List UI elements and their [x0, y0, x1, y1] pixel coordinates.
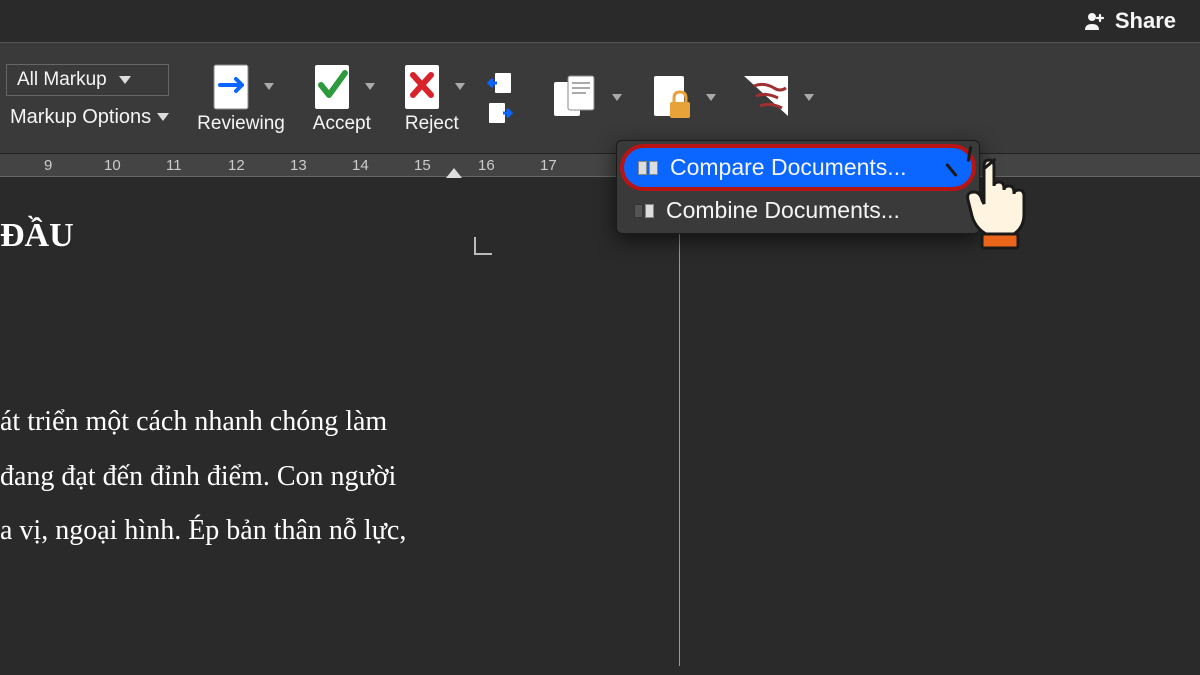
prev-change-icon: [487, 71, 513, 95]
all-markup-label: All Markup: [17, 69, 107, 91]
compare-dropdown-menu: Compare Documents... Combine Documents..…: [616, 140, 980, 234]
accept-icon: [309, 61, 355, 111]
combine-documents-label: Combine Documents...: [666, 197, 900, 224]
reject-label: Reject: [405, 113, 459, 135]
ruler-mark: 12: [228, 157, 245, 174]
document-heading[interactable]: ĐẦU: [0, 217, 679, 255]
compare-button[interactable]: [538, 68, 632, 128]
chevron-down-icon: [706, 94, 716, 101]
margin-marker: [474, 237, 492, 255]
ruler-mark: 16: [478, 157, 495, 174]
ink-button[interactable]: [730, 68, 824, 128]
next-change-button[interactable]: [487, 101, 513, 125]
separator: [529, 53, 530, 143]
markup-options-label: Markup Options: [10, 106, 151, 129]
reviewing-label: Reviewing: [197, 113, 285, 135]
page-right-pane: [680, 177, 1200, 666]
ruler-mark: 14: [352, 157, 369, 174]
protect-icon: [646, 72, 696, 122]
ribbon-toolbar: All Markup Markup Options Reviewing: [0, 42, 1200, 153]
prev-change-button[interactable]: [487, 71, 513, 95]
chevron-down-icon: [612, 94, 622, 101]
ruler-mark: 13: [290, 157, 307, 174]
protect-button[interactable]: [636, 68, 726, 128]
compare-icon: [548, 72, 602, 122]
combine-documents-menuitem[interactable]: Combine Documents...: [620, 191, 976, 230]
ruler-mark: 9: [44, 157, 52, 174]
ruler-mark: 10: [104, 157, 121, 174]
chevron-down-icon: [365, 83, 375, 90]
page-left-pane[interactable]: ĐẦU át triển một cách nhanh chóng làm đa…: [0, 177, 680, 666]
document-body[interactable]: át triển một cách nhanh chóng làm đang đ…: [0, 395, 679, 559]
ruler-mark: 15: [414, 157, 431, 174]
accept-label: Accept: [313, 113, 371, 135]
share-button[interactable]: Share: [1083, 8, 1176, 34]
chevron-down-icon: [119, 76, 131, 84]
chevron-down-icon: [264, 83, 274, 90]
pointer-hand-icon: [954, 150, 1034, 250]
compare-documents-label: Compare Documents...: [670, 154, 906, 181]
share-person-icon: [1083, 9, 1107, 33]
compare-docs-icon: [638, 161, 658, 175]
body-line: đang đạt đến đỉnh điểm. Con người: [0, 450, 679, 505]
chevron-down-icon: [804, 94, 814, 101]
share-label: Share: [1115, 8, 1176, 34]
reviewing-pane-icon: [208, 61, 254, 111]
cursor-hand-annotation: [954, 150, 1034, 255]
accept-button[interactable]: Accept: [299, 57, 385, 139]
compare-documents-menuitem[interactable]: Compare Documents...: [620, 144, 976, 191]
ruler-mark: 17: [540, 157, 557, 174]
markup-options-dropdown[interactable]: Markup Options: [6, 102, 169, 133]
next-change-icon: [487, 101, 513, 125]
body-line: át triển một cách nhanh chóng làm: [0, 395, 679, 450]
all-markup-dropdown[interactable]: All Markup: [6, 64, 169, 96]
body-line: a vị, ngoại hình. Ép bản thân nỗ lực,: [0, 504, 679, 559]
ruler-mark: 11: [166, 157, 182, 174]
chevron-down-icon: [157, 113, 169, 121]
reject-button[interactable]: Reject: [389, 57, 475, 139]
reject-icon: [399, 61, 445, 111]
reviewing-button[interactable]: Reviewing: [187, 57, 295, 139]
combine-docs-icon: [634, 204, 654, 218]
chevron-down-icon: [455, 83, 465, 90]
ink-icon: [740, 72, 794, 122]
